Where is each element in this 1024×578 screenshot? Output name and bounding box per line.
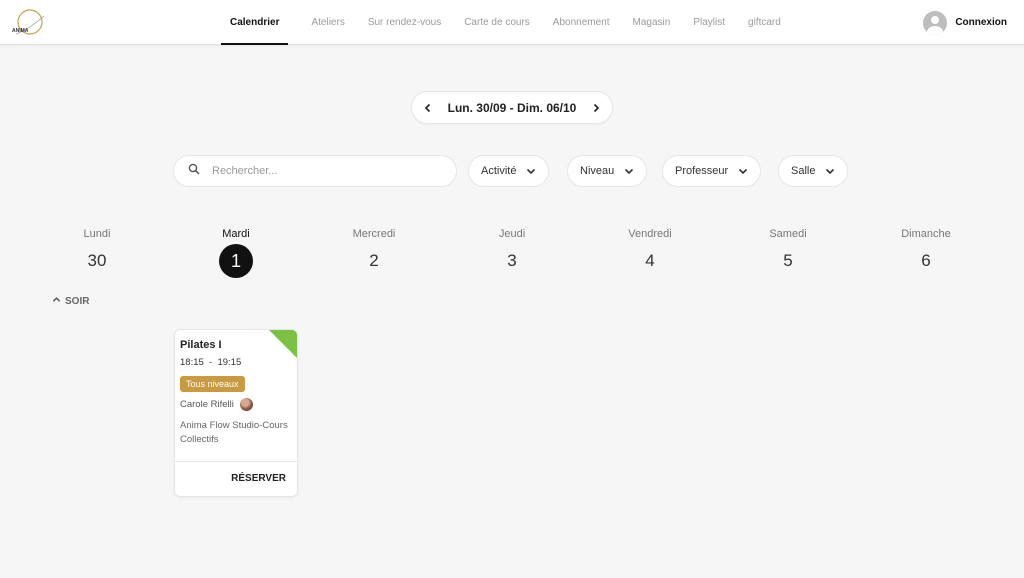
day-number-selected: 1: [219, 244, 253, 278]
day-name: Mercredi: [352, 228, 396, 240]
search-box: [173, 155, 457, 187]
nav-sur-rendez-vous[interactable]: Sur rendez-vous: [368, 0, 441, 45]
filter-salle-dropdown[interactable]: Salle: [778, 155, 849, 187]
anima-logo[interactable]: ANIMA: [10, 8, 46, 38]
filter-professeur-dropdown[interactable]: Professeur: [662, 155, 762, 187]
search-input[interactable]: [212, 165, 432, 177]
class-time: 18:15 - 19:15: [180, 357, 242, 368]
day-number: 3: [507, 251, 517, 270]
day-name: Vendredi: [628, 228, 672, 240]
day-number: 4: [645, 251, 655, 270]
user-avatar-icon: [923, 10, 948, 35]
day-number: 2: [369, 251, 379, 270]
day-column-jeudi[interactable]: Jeudi 3: [472, 228, 552, 272]
filter-salle-label: Salle: [791, 165, 816, 177]
top-navigation-bar: ANIMA Calendrier Ateliers Sur rendez-vou…: [0, 0, 1024, 45]
book-button[interactable]: RÉSERVER: [231, 473, 286, 484]
nav-giftcard[interactable]: giftcard: [748, 0, 781, 45]
day-name: Dimanche: [901, 228, 951, 240]
nav-magasin[interactable]: Magasin: [633, 0, 671, 45]
filter-niveau-dropdown[interactable]: Niveau: [567, 155, 648, 187]
card-divider: [175, 461, 297, 462]
day-name: Lundi: [83, 228, 111, 240]
chevron-down-icon: [825, 166, 835, 176]
week-navigator: Lun. 30/09 - Dim. 06/10: [411, 91, 613, 124]
search-icon: [188, 162, 200, 180]
teacher-name: Carole Rifelli: [180, 399, 234, 410]
filter-activite-dropdown[interactable]: Activité: [468, 155, 550, 187]
chevron-up-icon: [52, 295, 65, 307]
login-label: Connexion: [955, 17, 1007, 28]
level-badge: Tous niveaux: [180, 376, 245, 392]
day-column-dimanche[interactable]: Dimanche 6: [886, 228, 966, 272]
section-label: SOIR: [65, 295, 90, 307]
chevron-left-icon[interactable]: [421, 101, 435, 115]
filter-professeur-label: Professeur: [675, 165, 729, 177]
filter-niveau-label: Niveau: [580, 165, 615, 177]
nav-carte-de-cours[interactable]: Carte de cours: [464, 0, 530, 45]
login-button[interactable]: Connexion: [923, 10, 1007, 35]
week-range-label: Lun. 30/09 - Dim. 06/10: [447, 100, 577, 115]
day-name: Jeudi: [498, 228, 526, 240]
nav-ateliers[interactable]: Ateliers: [311, 0, 344, 45]
day-name: Samedi: [769, 228, 807, 240]
day-column-mercredi[interactable]: Mercredi 2: [334, 228, 414, 272]
class-card[interactable]: Pilates I 18:15 - 19:15 Tous niveaux Car…: [174, 329, 298, 497]
day-number: 30: [87, 251, 107, 270]
day-number: 5: [783, 251, 793, 270]
day-column-lundi[interactable]: Lundi 30: [57, 228, 137, 272]
day-column-mardi[interactable]: Mardi 1: [196, 228, 276, 278]
section-toggle-soir[interactable]: SOIR: [52, 295, 89, 307]
day-column-samedi[interactable]: Samedi 5: [748, 228, 828, 272]
nav-calendrier[interactable]: Calendrier: [221, 0, 289, 45]
day-number: 6: [921, 251, 931, 270]
day-name: Mardi: [222, 228, 250, 240]
main-nav: Calendrier Ateliers Sur rendez-vous Cart…: [221, 0, 804, 45]
chevron-right-icon[interactable]: [589, 101, 603, 115]
logo-text: ANIMA: [12, 28, 29, 34]
availability-corner-indicator: [269, 330, 297, 358]
day-column-vendredi[interactable]: Vendredi 4: [610, 228, 690, 272]
nav-abonnement[interactable]: Abonnement: [553, 0, 610, 45]
chevron-down-icon: [526, 166, 536, 176]
teacher-row: Carole Rifelli: [180, 398, 253, 411]
teacher-avatar: [239, 398, 253, 411]
nav-playlist[interactable]: Playlist: [693, 0, 725, 45]
chevron-down-icon: [738, 166, 748, 176]
class-title: Pilates I: [180, 339, 222, 351]
class-location: Anima Flow Studio-Cours Collectifs: [180, 420, 288, 445]
filter-activite-label: Activité: [481, 165, 517, 177]
chevron-down-icon: [624, 166, 634, 176]
